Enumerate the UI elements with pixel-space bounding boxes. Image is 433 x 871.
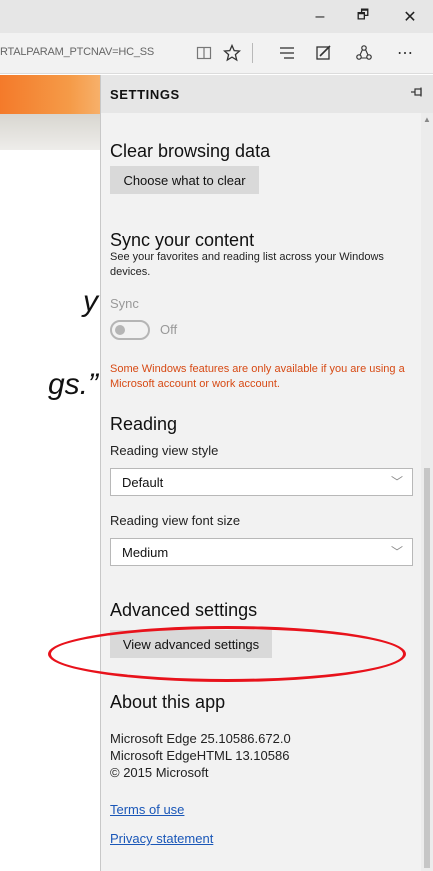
web-page: y gs.” (0, 75, 100, 871)
sync-warning: Some Windows features are only available… (110, 363, 405, 390)
reading-view-icon[interactable] (191, 40, 217, 66)
page-header-banner (0, 75, 100, 114)
restore-button[interactable]: 🗗 (343, 0, 383, 33)
reading-style-select[interactable]: Default ﹀ (110, 468, 413, 496)
settings-header: SETTINGS (101, 75, 433, 113)
sync-toggle-state: Off (160, 322, 178, 337)
terms-of-use-link[interactable]: Terms of use (110, 802, 184, 817)
privacy-statement-link[interactable]: Privacy statement (110, 831, 213, 846)
close-icon: ✕ (403, 8, 417, 26)
about-heading: About this app (110, 692, 226, 712)
sync-description: See your favorites and reading list acro… (110, 251, 384, 278)
settings-scrollbar[interactable]: ▲ (421, 113, 433, 871)
reading-style-value: Default (122, 474, 164, 490)
reading-heading: Reading (110, 414, 178, 434)
clear-data-heading: Clear browsing data (110, 141, 271, 161)
reading-style-label: Reading view style (110, 443, 219, 458)
web-note-icon[interactable] (311, 40, 337, 66)
toggle-knob (115, 325, 125, 335)
page-subheader (0, 114, 100, 150)
share-icon[interactable] (351, 40, 377, 66)
sync-heading: Sync your content (110, 230, 255, 250)
advanced-heading: Advanced settings (110, 600, 258, 620)
reading-font-label: Reading view font size (110, 513, 241, 528)
edgehtml-version: Microsoft EdgeHTML 13.10586 (110, 748, 290, 763)
edge-version: Microsoft Edge 25.10586.672.0 (110, 731, 291, 746)
title-bar: – 🗗 ✕ (0, 0, 433, 33)
minimize-icon: – (315, 7, 325, 25)
sync-toggle[interactable] (110, 320, 150, 340)
close-button[interactable]: ✕ (390, 0, 430, 33)
choose-what-to-clear-button[interactable]: Choose what to clear (110, 166, 259, 194)
chevron-down-icon: ﹀ (390, 545, 403, 559)
toolbar-separator (252, 43, 253, 63)
scroll-up-icon[interactable]: ▲ (421, 113, 433, 125)
about-info: Microsoft Edge 25.10586.672.0 Microsoft … (110, 730, 291, 781)
restore-icon: 🗗 (356, 6, 370, 22)
page-quote-line1: y (83, 285, 98, 318)
view-advanced-settings-button[interactable]: View advanced settings (110, 630, 272, 658)
minimize-button[interactable]: – (300, 0, 340, 33)
chevron-down-icon: ﹀ (390, 475, 403, 489)
more-icon[interactable]: ⋯ (392, 40, 418, 66)
browser-toolbar: RTALPARAM_PTCNAV=HC_SS ⋯ (0, 33, 433, 74)
settings-title: SETTINGS (110, 87, 180, 102)
reading-font-select[interactable]: Medium ﹀ (110, 538, 413, 566)
sync-label: Sync (110, 296, 139, 311)
copyright: © 2015 Microsoft (110, 765, 209, 780)
pin-icon[interactable] (410, 85, 424, 101)
hub-icon[interactable] (274, 40, 300, 66)
reading-font-value: Medium (122, 544, 169, 560)
favorites-star-icon[interactable] (219, 40, 245, 66)
scroll-thumb[interactable] (424, 468, 430, 868)
address-bar[interactable]: RTALPARAM_PTCNAV=HC_SS (0, 46, 200, 58)
page-quote-line2: gs.” (47, 368, 98, 401)
